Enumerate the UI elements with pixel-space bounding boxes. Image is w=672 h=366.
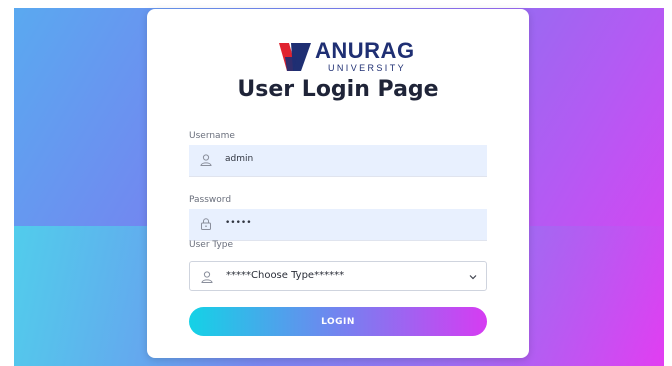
page-title: User Login Page xyxy=(237,77,439,102)
password-field[interactable]: ••••• xyxy=(189,209,487,241)
user-type-label: User Type xyxy=(189,240,234,250)
password-value: ••••• xyxy=(225,218,252,228)
user-icon xyxy=(201,271,213,283)
user-type-selected: *****Choose Type****** xyxy=(226,270,345,281)
chevron-down-icon xyxy=(469,275,477,280)
username-value: admin xyxy=(225,154,254,164)
university-logo: ANURAG UNIVERSITY xyxy=(277,38,414,79)
user-type-select[interactable]: *****Choose Type****** xyxy=(189,261,487,291)
login-button[interactable]: LOGIN xyxy=(189,307,487,336)
username-label: Username xyxy=(189,131,235,141)
username-field[interactable]: admin xyxy=(189,145,487,177)
brand-name: ANURAG xyxy=(315,38,415,63)
password-label: Password xyxy=(189,195,232,205)
login-card: ANURAG UNIVERSITY User Login Page Userna… xyxy=(147,9,529,358)
user-icon xyxy=(200,154,212,166)
anurag-logo-mark-icon xyxy=(279,43,311,71)
lock-icon xyxy=(201,218,211,230)
brand-subtitle: UNIVERSITY xyxy=(328,63,407,73)
login-button-label: LOGIN xyxy=(321,317,355,327)
